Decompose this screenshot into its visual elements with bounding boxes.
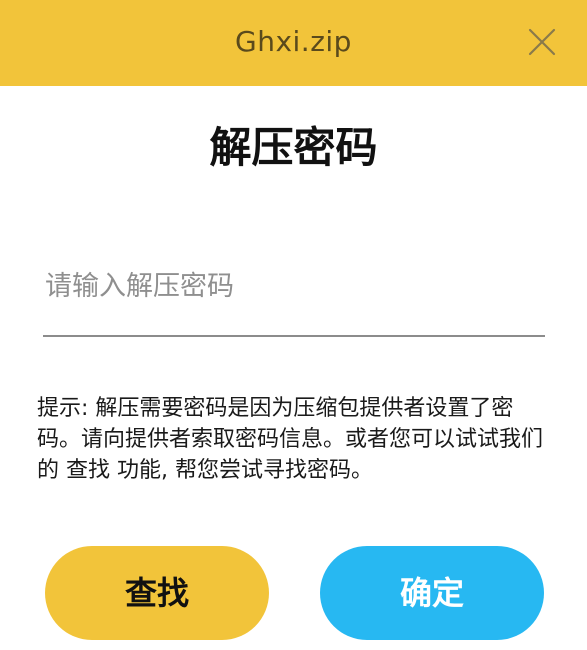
close-button[interactable] [520,20,564,64]
password-input[interactable] [43,256,545,316]
file-name-title: Ghxi.zip [235,25,352,58]
close-icon [528,28,556,56]
dialog-title: 解压密码 [209,123,378,172]
confirm-button[interactable]: 确定 [320,546,544,640]
hint-text: 提示: 解压需要密码是因为压缩包提供者设置了密码。请向提供者索取密码信息。或者您… [37,393,557,486]
dialog-header: Ghxi.zip [0,0,587,86]
hint-suffix: 功能, 帮您尝试寻找密码。 [117,458,374,483]
search-button[interactable]: 查找 [45,546,269,640]
input-underline [43,335,545,337]
hint-search-link[interactable]: 查找 [66,458,110,483]
